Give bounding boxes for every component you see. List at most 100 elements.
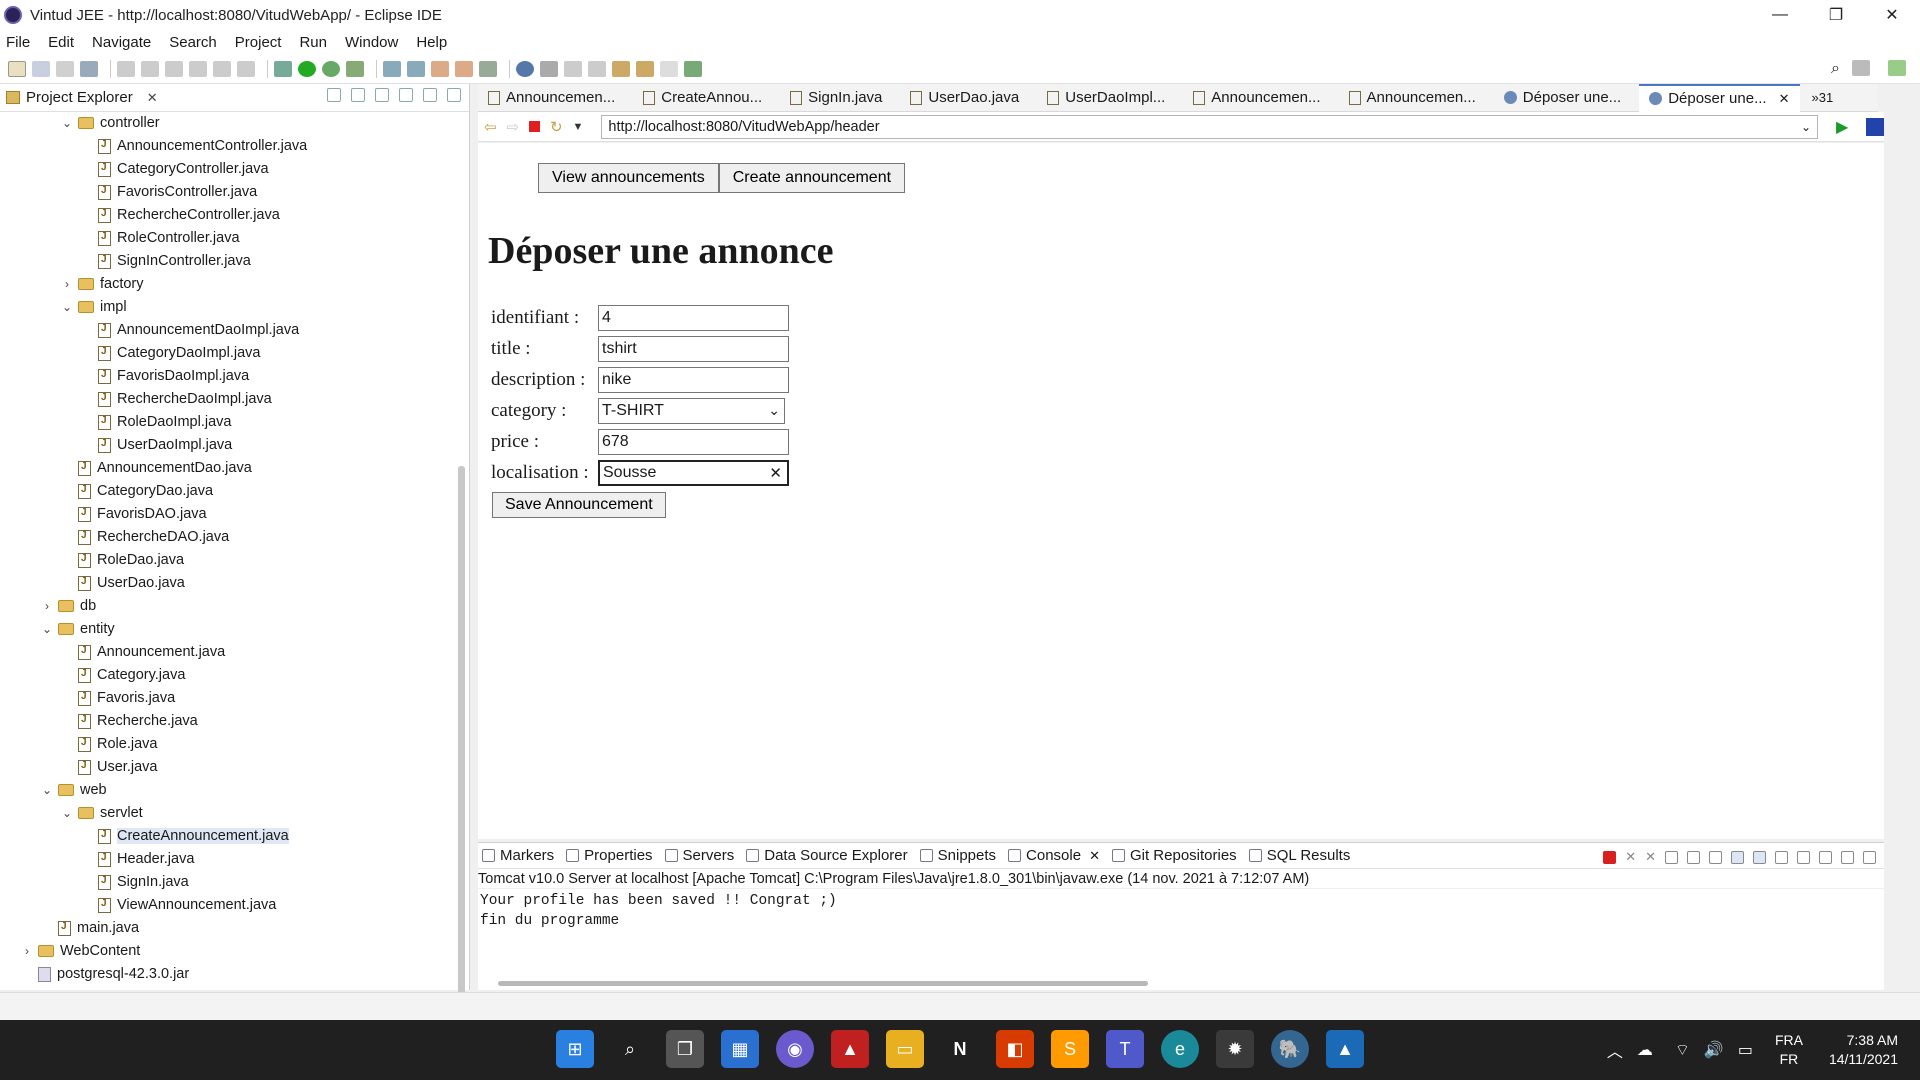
show-on-output-icon[interactable] <box>1731 850 1744 864</box>
disconnect-icon[interactable] <box>189 60 207 77</box>
clear-icon[interactable]: ✕ <box>769 464 782 482</box>
debug-icon[interactable] <box>274 60 292 77</box>
editor-tab[interactable]: Announcemen... <box>1183 84 1330 112</box>
tree-file[interactable]: RoleController.java <box>80 227 240 249</box>
chevron-down-icon[interactable]: ⌄ <box>60 116 74 130</box>
new-icon[interactable] <box>8 60 26 77</box>
tree-file[interactable]: User.java <box>60 756 157 778</box>
notion-icon[interactable]: N <box>941 1030 979 1068</box>
globe-icon[interactable] <box>516 60 534 77</box>
clear-console-icon[interactable] <box>1665 850 1678 864</box>
chevron-down-icon[interactable]: ⌄ <box>40 622 54 636</box>
maximize-view-icon[interactable] <box>1863 850 1876 864</box>
url-dropdown-icon[interactable]: ⌄ <box>1801 120 1811 134</box>
chevron-down-icon[interactable]: ⌄ <box>40 783 54 797</box>
chevron-right-icon[interactable]: › <box>40 599 54 613</box>
tree-file[interactable]: Favoris.java <box>60 687 175 709</box>
file-explorer-icon[interactable]: ▭ <box>886 1030 924 1068</box>
chevron-right-icon[interactable]: › <box>60 277 74 291</box>
save-all-icon[interactable] <box>56 60 74 77</box>
tree-folder[interactable]: ⌄ impl <box>60 296 127 318</box>
identifiant-input[interactable]: 4 <box>598 304 789 331</box>
bottom-tab[interactable]: Properties <box>566 847 653 864</box>
tree-scrollbar[interactable] <box>458 466 465 1066</box>
sublime-text-icon[interactable]: S <box>1051 1030 1089 1068</box>
bottom-tab[interactable]: Snippets <box>919 847 996 864</box>
bottom-tab[interactable]: Console ✕ <box>1008 847 1100 864</box>
bottom-tab[interactable]: Markers <box>482 847 554 864</box>
chevron-up-icon[interactable]: ︿ <box>1607 1038 1623 1062</box>
search-icon[interactable]: ⌕ <box>611 1030 649 1068</box>
price-input[interactable]: 678 <box>598 428 789 455</box>
tree-folder[interactable]: › db <box>40 595 96 617</box>
chevron-down-icon[interactable]: ⌄ <box>60 806 74 820</box>
editor-tab[interactable]: CreateAnnou... <box>633 84 772 112</box>
menu-run[interactable]: Run <box>299 34 327 51</box>
view-announcements-button[interactable]: View announcements <box>538 163 719 193</box>
cloud-icon[interactable]: ☁ <box>1637 1040 1653 1060</box>
open-console-icon[interactable] <box>1819 850 1832 864</box>
teams-icon[interactable]: T <box>1106 1030 1144 1068</box>
javaee-perspective-icon[interactable] <box>1888 60 1906 76</box>
bottom-tab[interactable]: Servers <box>664 847 734 864</box>
create-announcement-button[interactable]: Create announcement <box>718 163 906 193</box>
tree-file[interactable]: AnnouncementDao.java <box>60 457 252 479</box>
editor-tab[interactable]: Announcemen... <box>1339 84 1486 112</box>
editor-tab[interactable]: UserDao.java <box>900 84 1029 112</box>
step-over-icon[interactable] <box>237 60 255 77</box>
maximize-view-icon[interactable] <box>447 88 461 102</box>
forward-icon[interactable] <box>660 60 678 77</box>
remove-launch-icon[interactable]: ✕ <box>1625 849 1636 865</box>
photos-icon[interactable]: ▲ <box>1326 1030 1364 1068</box>
search-tool-icon[interactable] <box>540 60 558 77</box>
next-annotation-icon[interactable] <box>564 60 582 77</box>
category-select[interactable]: T-SHIRT ⌄ <box>598 397 785 424</box>
tree-file[interactable]: main.java <box>40 917 139 939</box>
coverage-icon[interactable] <box>322 60 340 77</box>
suspend-icon[interactable] <box>141 60 159 77</box>
scroll-lock-icon[interactable] <box>1687 850 1700 864</box>
step-into-icon[interactable] <box>213 60 231 77</box>
search-icon[interactable]: ⌕ <box>1831 60 1840 78</box>
tree-file[interactable]: CategoryController.java <box>80 158 269 180</box>
forward-arrow-icon[interactable]: ⇨ <box>507 118 520 136</box>
tree-file[interactable]: postgresql-42.3.0.jar <box>20 963 189 983</box>
bottom-tab[interactable]: SQL Results <box>1248 847 1350 864</box>
menu-project[interactable]: Project <box>235 34 282 51</box>
editor-tab[interactable]: UserDaoImpl... <box>1037 84 1175 112</box>
editor-tab[interactable]: Déposer une... ✕ <box>1639 83 1800 112</box>
tree-file[interactable]: SignInController.java <box>80 250 251 272</box>
open-perspective-icon[interactable] <box>1852 60 1870 76</box>
eclipse-taskbar-icon[interactable]: ✹ <box>1216 1030 1254 1068</box>
new-server-icon[interactable] <box>383 60 401 77</box>
open-type-icon[interactable] <box>431 60 449 77</box>
close-icon[interactable]: ✕ <box>147 90 158 106</box>
tree-folder[interactable]: ⌄ controller <box>60 113 160 134</box>
console-hscrollbar[interactable] <box>498 981 1148 986</box>
tree-file[interactable]: FavorisDaoImpl.java <box>80 365 249 387</box>
tree-file[interactable]: Announcement.java <box>60 641 225 663</box>
remove-all-icon[interactable]: ✕ <box>1645 849 1656 865</box>
volume-icon[interactable]: 🔊 <box>1704 1040 1724 1060</box>
tree-file[interactable]: Recherche.java <box>60 710 198 732</box>
pen-icon[interactable] <box>479 60 497 77</box>
save-icon[interactable] <box>32 60 50 77</box>
restore-button[interactable]: ❐ <box>1808 0 1864 30</box>
run-icon[interactable] <box>298 60 316 77</box>
tree-file[interactable]: RechercheDaoImpl.java <box>80 388 272 410</box>
tree-file[interactable]: RoleDao.java <box>60 549 184 571</box>
refresh-icon[interactable]: ↻ <box>550 118 563 136</box>
open-external-browser-icon[interactable] <box>1866 117 1884 136</box>
editor-tab[interactable]: Announcemen... <box>478 84 625 112</box>
tree-file[interactable]: CategoryDaoImpl.java <box>80 342 260 364</box>
tree-folder[interactable]: › factory <box>60 273 144 295</box>
filter-icon[interactable] <box>375 88 389 102</box>
app-red-icon[interactable]: ▲ <box>831 1030 869 1068</box>
tree-file[interactable]: AnnouncementDaoImpl.java <box>80 319 299 341</box>
go-icon[interactable]: ▶ <box>1836 117 1848 137</box>
close-icon[interactable]: ✕ <box>1779 91 1790 107</box>
save-announcement-button[interactable]: Save Announcement <box>492 492 666 518</box>
prev-annotation-icon[interactable] <box>588 60 606 77</box>
edge-icon[interactable]: e <box>1161 1030 1199 1068</box>
external-tools-icon[interactable] <box>346 60 364 77</box>
